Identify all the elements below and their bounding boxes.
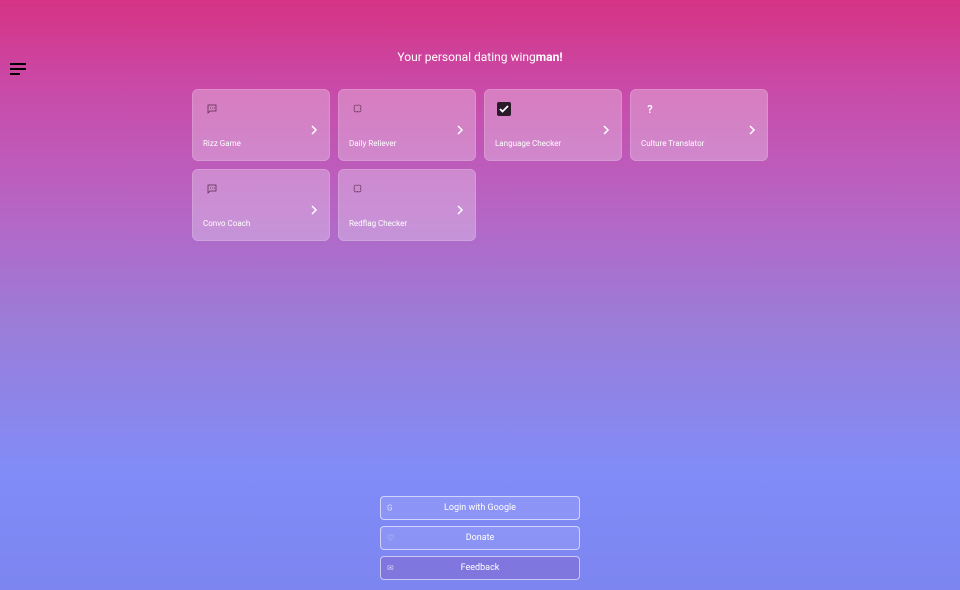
brain-icon (351, 182, 365, 196)
heart-icon: ♡ (387, 534, 394, 543)
card-daily-reliever[interactable]: Daily Reliever (338, 89, 476, 161)
card-label: Daily Reliever (349, 139, 465, 148)
card-convo-coach[interactable]: Convo Coach (192, 169, 330, 241)
chevron-right-icon (455, 200, 465, 210)
chevron-right-icon (601, 120, 611, 130)
chevron-right-icon (309, 200, 319, 210)
card-redflag-checker[interactable]: Redflag Checker (338, 169, 476, 241)
feedback-button[interactable]: ✉ Feedback (380, 556, 580, 580)
hamburger-icon (10, 63, 26, 75)
chat-icon (205, 182, 219, 196)
card-language-checker[interactable]: Language Checker (484, 89, 622, 161)
card-label: Language Checker (495, 139, 611, 148)
card-label: Culture Translator (641, 139, 757, 148)
tagline-bold: man! (536, 50, 563, 64)
bottom-buttons: G Login with Google ♡ Donate ✉ Feedback (380, 496, 580, 580)
chevron-right-icon (747, 120, 757, 130)
google-icon: G (387, 504, 392, 513)
check-icon (497, 102, 511, 116)
chat-icon (205, 102, 219, 116)
tagline-prefix: Your personal dating wing (397, 50, 535, 64)
login-label: Login with Google (444, 503, 516, 513)
chevron-right-icon (455, 120, 465, 130)
card-label: Convo Coach (203, 219, 319, 228)
question-icon: ? (643, 102, 657, 116)
brain-icon (351, 102, 365, 116)
card-rizz-game[interactable]: Rizz Game (192, 89, 330, 161)
tagline: Your personal dating wingman! (0, 50, 960, 64)
chevron-right-icon (309, 120, 319, 130)
login-google-button[interactable]: G Login with Google (380, 496, 580, 520)
cards-grid: Rizz Game Daily Reliever Language Checke… (0, 89, 960, 241)
card-culture-translator[interactable]: ? Culture Translator (630, 89, 768, 161)
donate-label: Donate (466, 533, 495, 543)
card-label: Redflag Checker (349, 219, 465, 228)
envelope-icon: ✉ (387, 564, 394, 573)
feedback-label: Feedback (461, 563, 500, 573)
menu-toggle[interactable] (10, 60, 26, 72)
card-label: Rizz Game (203, 139, 319, 148)
donate-button[interactable]: ♡ Donate (380, 526, 580, 550)
